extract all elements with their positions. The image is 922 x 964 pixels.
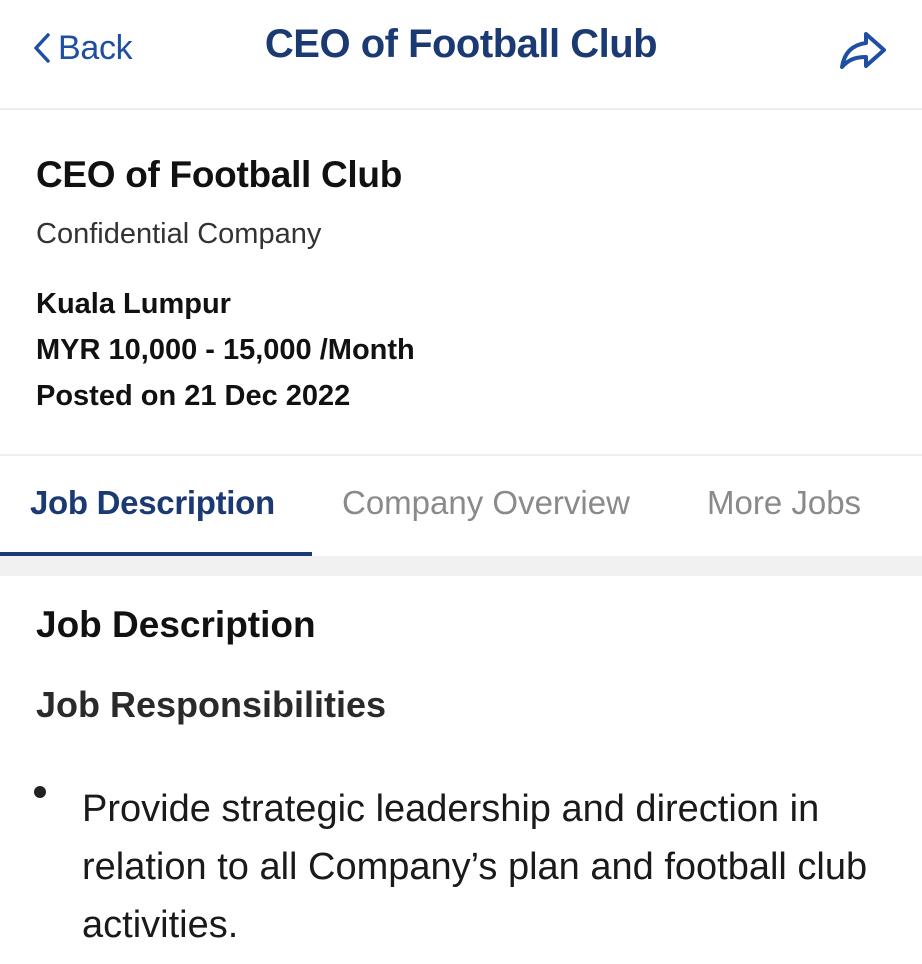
tab-more-jobs[interactable]: More Jobs <box>707 484 861 522</box>
section-heading: Job Description <box>36 604 316 645</box>
tab-job-description[interactable]: Job Description <box>30 484 275 522</box>
section-subheading: Job Responsibilities <box>36 684 387 725</box>
tab-company-overview[interactable]: Company Overview <box>342 484 630 522</box>
section-separator <box>0 556 922 576</box>
job-header: CEO of Football Club Confidential Compan… <box>0 110 922 454</box>
posted-date: Posted on 21 Dec 2022 <box>36 380 351 412</box>
list-item: Provide strategic leadership and directi… <box>82 788 868 946</box>
job-salary: MYR 10,000 - 15,000 /Month <box>36 334 415 366</box>
nav-bar: Back CEO of Football Club <box>0 0 922 110</box>
share-icon[interactable] <box>836 28 890 72</box>
bullet-dot <box>34 786 46 798</box>
page-title: CEO of Football Club <box>264 22 658 66</box>
tab-bar: Job Description Company Overview More Jo… <box>0 456 922 556</box>
company-name: Confidential Company <box>36 218 322 250</box>
job-title: CEO of Football Club <box>36 154 403 195</box>
job-location: Kuala Lumpur <box>36 288 231 320</box>
